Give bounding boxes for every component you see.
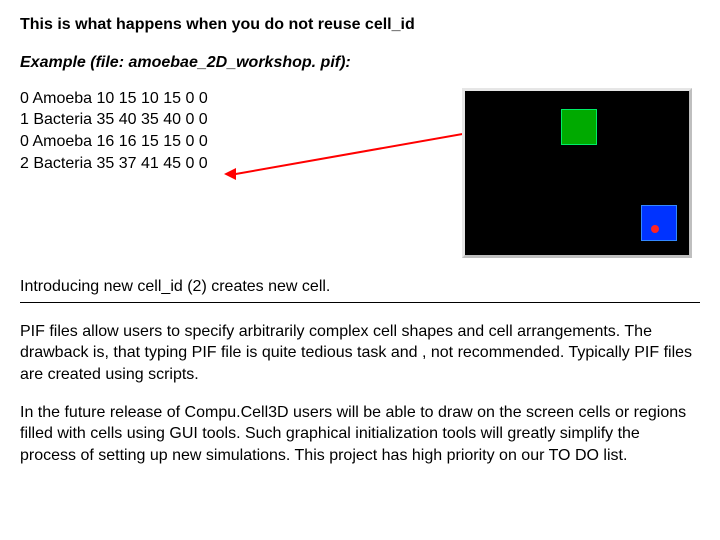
amoeba-cell-icon bbox=[561, 109, 597, 145]
pif-line: 0 Amoeba 10 15 10 15 0 0 bbox=[20, 88, 250, 110]
paragraph: PIF files allow users to specify arbitra… bbox=[20, 321, 700, 386]
callout-dot-icon bbox=[651, 225, 659, 233]
bacteria-cell-icon bbox=[641, 205, 677, 241]
paragraph: In the future release of Compu.Cell3D us… bbox=[20, 402, 700, 467]
pif-listing: 0 Amoeba 10 15 10 15 0 0 1 Bacteria 35 4… bbox=[20, 88, 250, 174]
divider bbox=[20, 302, 700, 303]
example-label: Example (file: amoebae_2D_workshop. pif)… bbox=[20, 54, 700, 72]
pif-line: 0 Amoeba 16 16 15 15 0 0 bbox=[20, 131, 250, 153]
example-row: 0 Amoeba 10 15 10 15 0 0 1 Bacteria 35 4… bbox=[20, 88, 700, 258]
pif-line: 1 Bacteria 35 40 35 40 0 0 bbox=[20, 109, 250, 131]
simulation-thumbnail bbox=[462, 88, 692, 258]
page-title: This is what happens when you do not reu… bbox=[20, 15, 700, 36]
caption-text: Introducing new cell_id (2) creates new … bbox=[20, 278, 700, 296]
pif-line: 2 Bacteria 35 37 41 45 0 0 bbox=[20, 153, 250, 175]
